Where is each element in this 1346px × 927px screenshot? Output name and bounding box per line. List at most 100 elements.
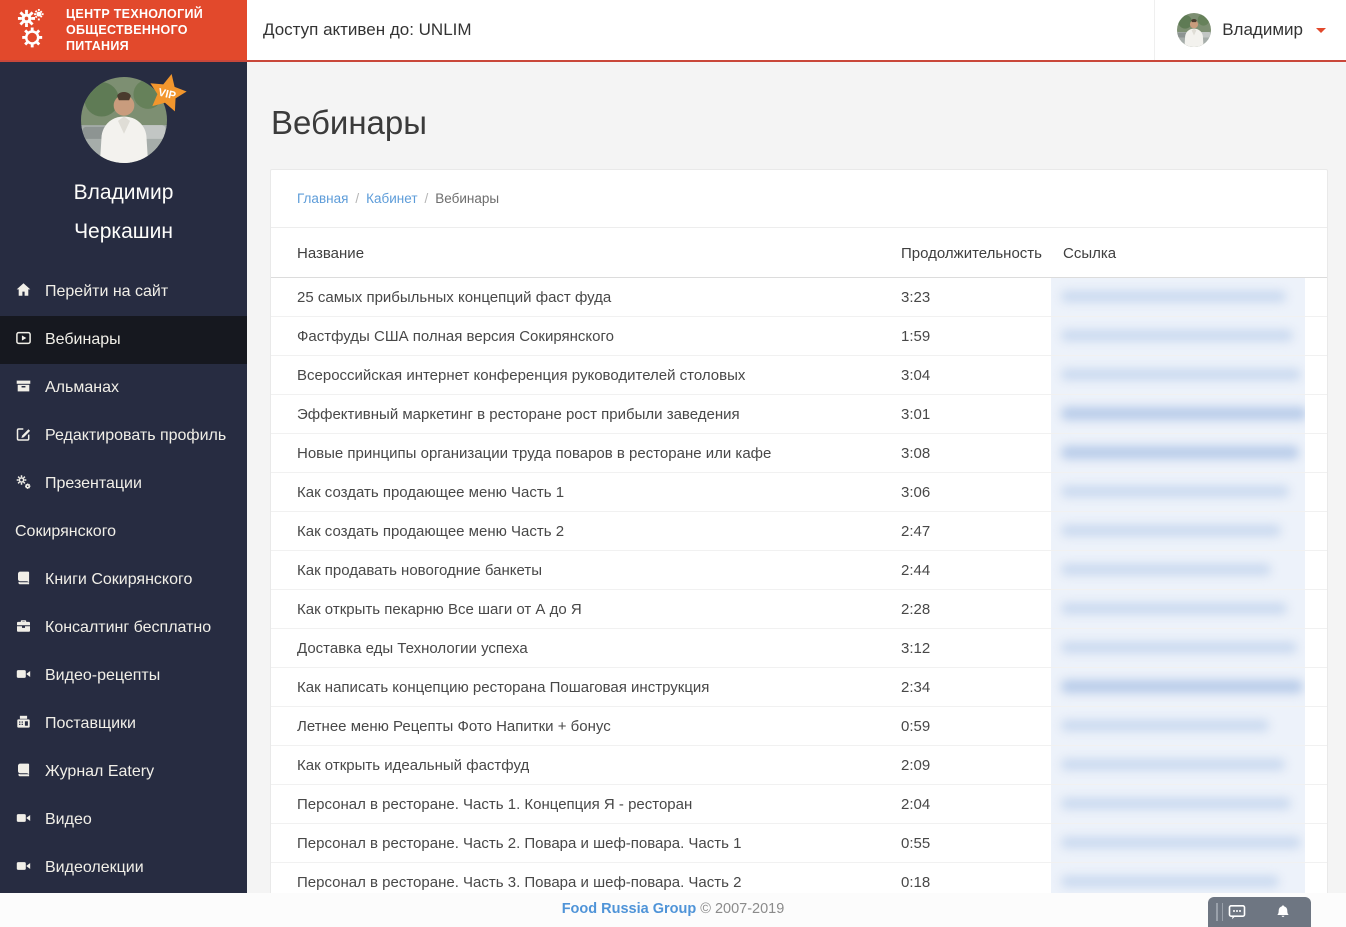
chat-widget[interactable] xyxy=(1208,897,1311,927)
sidebar-item-label: Видео xyxy=(45,811,92,828)
sidebar-item-label: Видеолекции xyxy=(45,859,144,876)
blurred-link-bar xyxy=(1061,564,1271,575)
sidebar-item-edit-profile[interactable]: Редактировать профиль xyxy=(0,412,247,460)
page-footer: Food Russia Group © 2007-2019 xyxy=(0,893,1346,927)
breadcrumb-link[interactable]: Кабинет xyxy=(366,191,417,206)
webinar-link-blurred[interactable] xyxy=(1051,668,1305,706)
briefcase-icon xyxy=(15,618,34,634)
table-row: Эффективный маркетинг в ресторане рост п… xyxy=(271,395,1327,434)
webinar-title: Фастфуды США полная версия Сокирянского xyxy=(271,317,888,356)
webinar-link-blurred[interactable] xyxy=(1051,590,1305,628)
footer-copyright: © 2007-2019 xyxy=(700,901,784,917)
breadcrumb: Главная/Кабинет/Вебинары xyxy=(271,170,1327,228)
breadcrumb-separator: / xyxy=(355,191,359,206)
webinar-play-icon xyxy=(15,330,34,346)
webinar-link-blurred[interactable] xyxy=(1051,473,1305,511)
chat-bubble-icon[interactable] xyxy=(1228,904,1246,920)
sidebar-item-label: Журнал Eatery xyxy=(45,763,154,780)
webinars-table: Название Продолжительность Ссылка 25 сам… xyxy=(271,228,1327,893)
bell-icon[interactable] xyxy=(1274,904,1292,920)
sidebar-item-video-lectures[interactable]: Видеолекции xyxy=(0,844,247,892)
sidebar-item-label: Видео-рецепты xyxy=(45,667,160,684)
webinar-link-blurred[interactable] xyxy=(1051,746,1305,784)
webinar-link-blurred[interactable] xyxy=(1051,278,1305,316)
sidebar-item-video-recipes[interactable]: Видео-рецепты xyxy=(0,652,247,700)
webinar-link-blurred[interactable] xyxy=(1051,785,1305,823)
home-icon xyxy=(15,282,34,298)
webinar-title: Персонал в ресторане. Часть 3. Повара и … xyxy=(271,863,888,894)
sidebar-item-consulting-free[interactable]: Консалтинг бесплатно xyxy=(0,604,247,652)
blurred-link-bar xyxy=(1061,486,1289,497)
webinar-link-blurred[interactable] xyxy=(1051,434,1305,472)
webinar-title: 25 самых прибыльных концепций фаст фуда xyxy=(271,278,888,317)
blurred-link-bar xyxy=(1061,369,1301,380)
blurred-link-bar xyxy=(1061,291,1286,302)
table-row: Доставка еды Технологии успеха 3:12 xyxy=(271,629,1327,668)
webinar-link-blurred[interactable] xyxy=(1051,707,1305,745)
webinar-duration: 2:09 xyxy=(888,746,1051,785)
main-content: Вебинары Главная/Кабинет/Вебинары Назван… xyxy=(247,62,1346,893)
sidebar-item-books-sokiryanskogo[interactable]: Книги Сокирянского xyxy=(0,556,247,604)
webinar-title: Как написать концепцию ресторана Пошагов… xyxy=(271,668,888,707)
table-row: Как написать концепцию ресторана Пошагов… xyxy=(271,668,1327,707)
webinar-link-blurred[interactable] xyxy=(1051,629,1305,667)
webinar-title: Как открыть пекарню Все шаги от А до Я xyxy=(271,590,888,629)
webinar-link-blurred[interactable] xyxy=(1051,395,1305,433)
webinar-duration: 0:55 xyxy=(888,824,1051,863)
breadcrumb-link[interactable]: Главная xyxy=(297,191,348,206)
sidebar-item-presentations-sokiryanskogo[interactable]: Презентации Сокирянского xyxy=(0,460,247,556)
webinar-title: Доставка еды Технологии успеха xyxy=(271,629,888,668)
blurred-link-bar xyxy=(1061,407,1305,420)
table-row: Всероссийская интернет конференция руков… xyxy=(271,356,1327,395)
blurred-link-bar xyxy=(1061,837,1301,848)
table-row: 25 самых прибыльных концепций фаст фуда … xyxy=(271,278,1327,317)
webinar-duration: 3:23 xyxy=(888,278,1051,317)
gears-icon xyxy=(15,474,34,490)
table-row: Персонал в ресторане. Часть 1. Концепция… xyxy=(271,785,1327,824)
sidebar-item-video[interactable]: Видео xyxy=(0,796,247,844)
webinar-link-blurred[interactable] xyxy=(1051,356,1305,394)
webinar-title: Как открыть идеальный фастфуд xyxy=(271,746,888,785)
webinar-link-blurred[interactable] xyxy=(1051,317,1305,355)
table-row: Как продавать новогодние банкеты 2:44 xyxy=(271,551,1327,590)
webinar-title: Как создать продающее меню Часть 1 xyxy=(271,473,888,512)
user-menu[interactable]: Владимир xyxy=(1154,0,1346,60)
sidebar-item-label: Альманах xyxy=(45,379,119,396)
sidebar-item-go-to-site[interactable]: Перейти на сайт xyxy=(0,268,247,316)
webinar-title: Персонал в ресторане. Часть 2. Повара и … xyxy=(271,824,888,863)
blurred-link-bar xyxy=(1061,446,1299,459)
blurred-link-bar xyxy=(1061,876,1279,887)
vip-badge: VIP xyxy=(142,69,192,119)
webinar-link-blurred[interactable] xyxy=(1051,551,1305,589)
blurred-link-bar xyxy=(1061,798,1291,809)
webinar-duration: 2:28 xyxy=(888,590,1051,629)
table-row: Новые принципы организации труда поваров… xyxy=(271,434,1327,473)
sidebar-item-webinars[interactable]: Вебинары xyxy=(0,316,247,364)
book-icon xyxy=(15,762,34,778)
content-card: Главная/Кабинет/Вебинары Название Продол… xyxy=(270,169,1328,893)
webinar-title: Эффективный маркетинг в ресторане рост п… xyxy=(271,395,888,434)
webinar-link-blurred[interactable] xyxy=(1051,824,1305,862)
table-row: Как открыть идеальный фастфуд 2:09 xyxy=(271,746,1327,785)
blurred-link-bar xyxy=(1061,603,1287,614)
edit-profile-icon xyxy=(15,426,34,442)
footer-brand-link[interactable]: Food Russia Group xyxy=(562,901,697,917)
webinar-duration: 2:47 xyxy=(888,512,1051,551)
brand-logo-block[interactable]: ЦЕНТР ТЕХНОЛОГИЙ ОБЩЕСТВЕННОГО ПИТАНИЯ xyxy=(0,0,247,60)
sidebar-item-label: Вебинары xyxy=(45,331,121,348)
video-camera-icon xyxy=(15,666,34,682)
table-row: Как создать продающее меню Часть 1 3:06 xyxy=(271,473,1327,512)
blurred-link-bar xyxy=(1061,759,1285,770)
table-row: Фастфуды США полная версия Сокирянского … xyxy=(271,317,1327,356)
sidebar-item-eatery-journal[interactable]: Журнал Eatery xyxy=(0,748,247,796)
user-avatar-small xyxy=(1177,13,1211,47)
column-header-name: Название xyxy=(271,228,888,278)
webinar-duration: 3:01 xyxy=(888,395,1051,434)
sidebar: VIP Владимир Черкашин Перейти на сайт Ве… xyxy=(0,62,247,893)
webinar-link-blurred[interactable] xyxy=(1051,512,1305,550)
sidebar-item-almanac[interactable]: Альманах xyxy=(0,364,247,412)
blurred-link-bar xyxy=(1061,642,1297,653)
webinar-link-blurred[interactable] xyxy=(1051,863,1305,893)
sidebar-item-suppliers[interactable]: Поставщики xyxy=(0,700,247,748)
sidebar-item-label: Книги Сокирянского xyxy=(45,571,192,588)
